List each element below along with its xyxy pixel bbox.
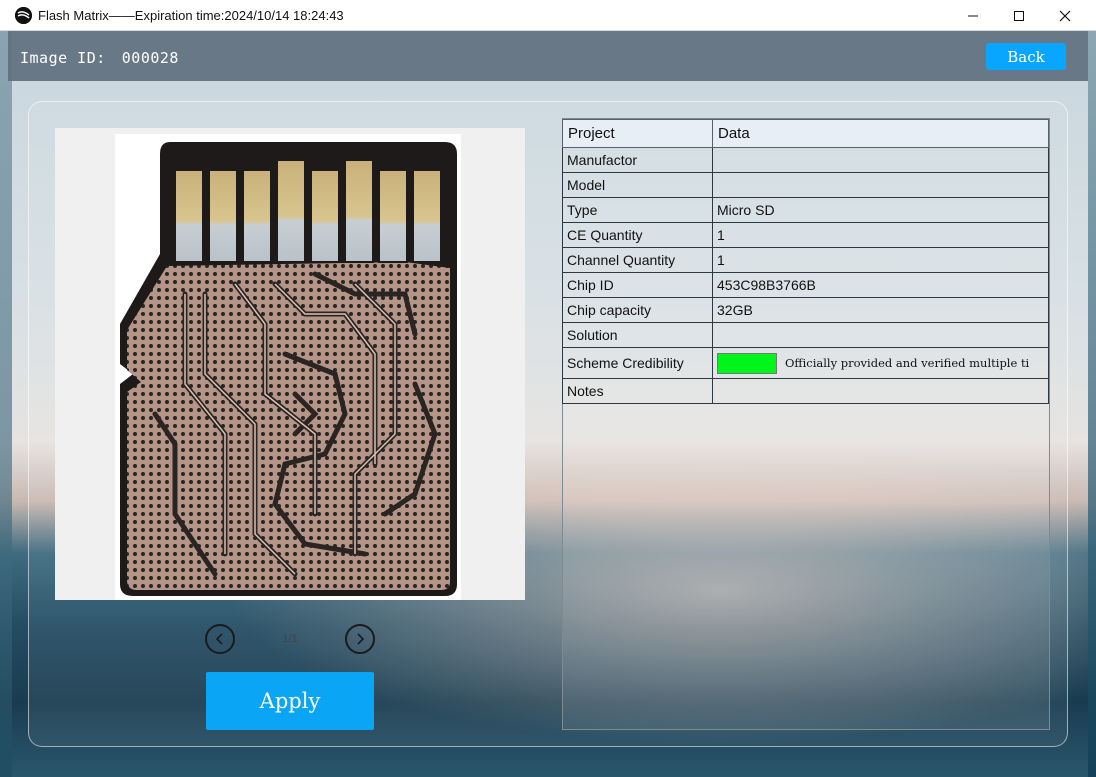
- image-id-label: Image ID:: [20, 49, 106, 67]
- row-value: 453C98B3766B: [712, 272, 1049, 298]
- table-header-row: Project Data: [562, 119, 1049, 148]
- minimize-button[interactable]: [950, 0, 996, 31]
- maximize-icon: [1014, 10, 1024, 21]
- close-icon: [1059, 10, 1071, 21]
- background-edge-left: [0, 31, 12, 777]
- credibility-indicator: [717, 352, 777, 374]
- row-value: Micro SD: [712, 197, 1049, 223]
- row-value: 1: [712, 222, 1049, 248]
- next-image-button[interactable]: [345, 624, 375, 654]
- row-label: Chip ID: [562, 272, 713, 298]
- window-titlebar: Flash Matrix——Expiration time:2024/10/14…: [0, 0, 1096, 31]
- row-label: Type: [562, 197, 713, 223]
- row-label: Manufactor: [562, 147, 713, 173]
- chevron-right-icon: [357, 633, 365, 645]
- maximize-button[interactable]: [996, 0, 1042, 31]
- page-indicator: 1/1: [282, 633, 298, 645]
- app-logo-icon: [15, 7, 32, 24]
- table-row[interactable]: Scheme Credibility Officially provided a…: [562, 347, 1049, 379]
- chip-info-table: Project Data Manufactor Model Type Micro…: [562, 119, 1049, 404]
- row-label: Channel Quantity: [562, 247, 713, 273]
- row-label: Notes: [562, 378, 713, 404]
- image-viewer: [55, 128, 525, 600]
- apply-button[interactable]: Apply: [206, 672, 374, 730]
- row-value: [712, 147, 1049, 173]
- table-row[interactable]: Type Micro SD: [562, 197, 1049, 223]
- row-label: Model: [562, 172, 713, 198]
- table-row[interactable]: CE Quantity 1: [562, 222, 1049, 248]
- chip-image: [115, 134, 461, 600]
- table-row[interactable]: Manufactor: [562, 147, 1049, 173]
- chevron-left-icon: [215, 633, 223, 645]
- table-row[interactable]: Solution: [562, 322, 1049, 348]
- row-value: 32GB: [712, 297, 1049, 323]
- table-row[interactable]: Channel Quantity 1: [562, 247, 1049, 273]
- row-value: [712, 172, 1049, 198]
- window-title: Flash Matrix——Expiration time:2024/10/14…: [38, 8, 344, 23]
- minimize-icon: [968, 15, 978, 16]
- row-label: CE Quantity: [562, 222, 713, 248]
- table-row[interactable]: Model: [562, 172, 1049, 198]
- column-header-data[interactable]: Data: [712, 119, 1049, 148]
- row-label: Solution: [562, 322, 713, 348]
- row-label: Scheme Credibility: [562, 347, 713, 379]
- image-id-value: 000028: [121, 49, 179, 67]
- table-row[interactable]: Chip capacity 32GB: [562, 297, 1049, 323]
- row-value: Officially provided and verified multipl…: [712, 347, 1049, 379]
- column-header-project[interactable]: Project: [562, 119, 713, 148]
- row-value: 1: [712, 247, 1049, 273]
- row-label: Chip capacity: [562, 297, 713, 323]
- credibility-text: Officially provided and verified multipl…: [785, 356, 1030, 370]
- back-button[interactable]: Back: [986, 43, 1066, 70]
- table-row[interactable]: Chip ID 453C98B3766B: [562, 272, 1049, 298]
- previous-image-button[interactable]: [205, 624, 235, 654]
- row-value: [712, 378, 1049, 404]
- table-row[interactable]: Notes: [562, 378, 1049, 404]
- close-button[interactable]: [1042, 0, 1088, 31]
- background-edge-right: [1088, 31, 1096, 777]
- row-value: [712, 322, 1049, 348]
- image-id-display: Image ID: 000028: [20, 49, 179, 67]
